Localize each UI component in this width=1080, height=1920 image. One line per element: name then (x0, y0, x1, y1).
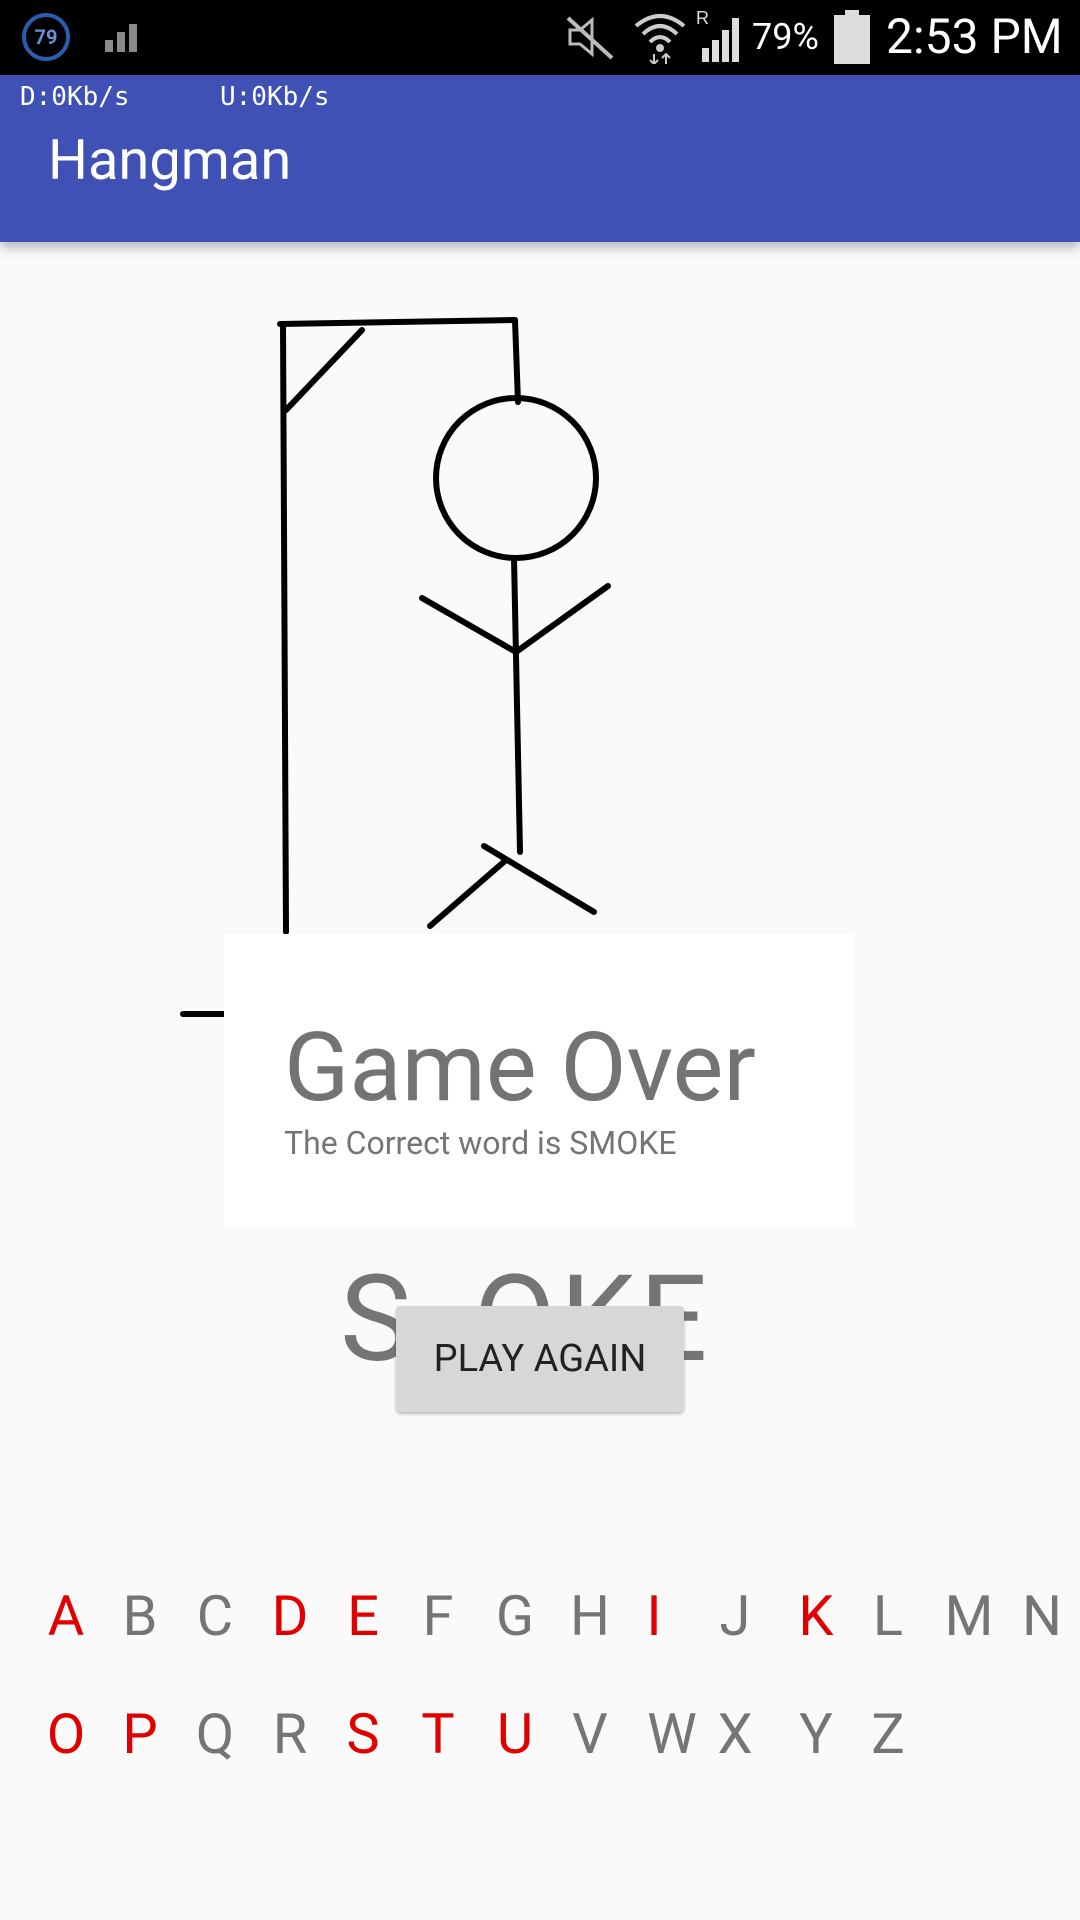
letter-key-c[interactable]: C (177, 1576, 253, 1656)
letter-key-s[interactable]: S (325, 1694, 401, 1774)
letter-key-k[interactable]: K (778, 1576, 854, 1656)
letter-key-n[interactable]: N (1004, 1576, 1080, 1656)
small-signal-icon (105, 24, 137, 52)
dialog-title: Game Over (284, 1012, 756, 1124)
letter-key-p[interactable]: P (102, 1694, 178, 1774)
app-bar: D:0Kb/s U:0Kb/s Hangman (0, 75, 1080, 242)
letter-key-y[interactable]: Y (778, 1694, 854, 1774)
clock: 2:53 PM (886, 8, 1063, 65)
hangman-drawing (180, 317, 611, 1017)
letter-key-d[interactable]: D (252, 1576, 328, 1656)
dialog-message: The Correct word is SMOKE (284, 1124, 677, 1162)
upload-speed: U:0Kb/s (220, 82, 330, 112)
gallows-brace (283, 327, 365, 413)
gallows-post (280, 321, 289, 935)
download-speed: D:0Kb/s (20, 82, 130, 112)
hangman-right-leg (481, 843, 597, 915)
letter-key-q[interactable]: Q (177, 1694, 253, 1774)
letter-key-t[interactable]: T (400, 1694, 476, 1774)
status-bar: 79 R 79% 2:53 PM (0, 0, 1080, 75)
letter-key-g[interactable]: G (477, 1576, 553, 1656)
notification-count-badge: 79 (22, 13, 70, 61)
hangman-body (511, 555, 523, 855)
battery-percent: 79% (752, 16, 819, 58)
letter-key-o[interactable]: O (28, 1694, 104, 1774)
gallows-rope (512, 317, 521, 405)
letter-key-f[interactable]: F (400, 1576, 476, 1656)
wifi-icon (634, 14, 686, 64)
letter-key-m[interactable]: M (931, 1576, 1007, 1656)
letter-key-v[interactable]: V (552, 1694, 628, 1774)
hangman-head (433, 395, 599, 561)
letter-key-u[interactable]: U (477, 1694, 553, 1774)
letter-key-b[interactable]: B (102, 1576, 178, 1656)
gallows-beam (277, 317, 518, 327)
hangman-right-arm (513, 583, 611, 655)
letter-key-r[interactable]: R (252, 1694, 328, 1774)
letter-key-i[interactable]: I (616, 1576, 692, 1656)
letter-key-e[interactable]: E (325, 1576, 401, 1656)
game-over-dialog: Game Over The Correct word is SMOKE (224, 934, 854, 1227)
letter-key-a[interactable]: A (28, 1576, 104, 1656)
play-again-button[interactable]: PLAY AGAIN (396, 1306, 684, 1412)
app-title: Hangman (48, 127, 292, 193)
hangman-left-arm (419, 595, 519, 655)
letter-key-l[interactable]: L (850, 1576, 926, 1656)
hangman-left-leg (427, 857, 509, 929)
battery-icon (834, 10, 870, 64)
letter-key-z[interactable]: Z (850, 1694, 926, 1774)
letter-key-j[interactable]: J (697, 1576, 773, 1656)
svg-text:R: R (696, 8, 709, 28)
mute-icon (566, 16, 614, 60)
signal-icon: R (696, 8, 739, 62)
letter-key-x[interactable]: X (697, 1694, 773, 1774)
